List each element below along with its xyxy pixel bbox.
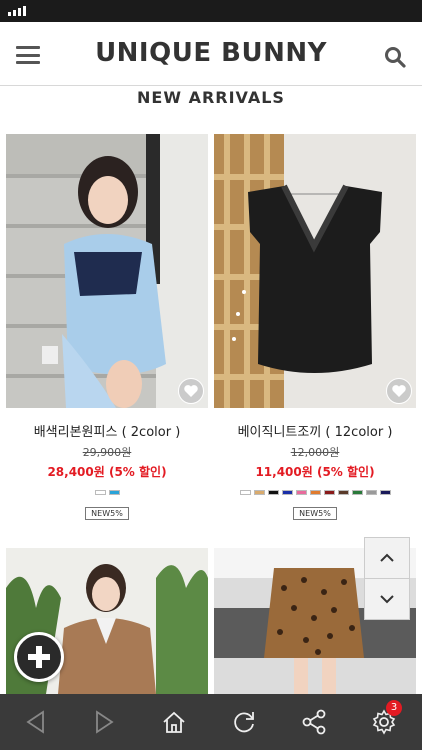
color-swatch <box>323 490 335 495</box>
new-discount-badge: NEW5% <box>293 507 337 520</box>
search-icon[interactable] <box>384 46 406 68</box>
chevron-up-icon <box>380 553 394 562</box>
scroll-up-button[interactable] <box>364 537 410 579</box>
product-image[interactable] <box>6 134 208 408</box>
share-icon[interactable] <box>300 708 328 736</box>
back-arrow-icon[interactable] <box>22 708 50 736</box>
color-swatch <box>295 490 307 495</box>
color-swatch <box>379 490 391 495</box>
product-image[interactable] <box>214 134 416 408</box>
forward-arrow-icon[interactable] <box>90 708 118 736</box>
refresh-icon[interactable] <box>230 708 258 736</box>
color-swatch <box>365 490 377 495</box>
floating-add-button[interactable] <box>14 632 64 682</box>
color-swatch <box>253 490 265 495</box>
color-swatch <box>267 490 279 495</box>
bottom-navigation-bar <box>0 694 422 750</box>
wishlist-heart-icon[interactable] <box>178 378 204 404</box>
color-swatch <box>337 490 349 495</box>
sale-price: 28,400원 (5% 할인) <box>47 465 167 479</box>
brand-title[interactable]: UNIQUE BUNNY <box>0 38 422 68</box>
color-swatch <box>281 490 293 495</box>
original-price: 29,900원 <box>82 446 132 459</box>
color-swatch <box>108 490 120 495</box>
home-icon[interactable] <box>160 708 188 736</box>
new-discount-badge: NEW5% <box>85 507 129 520</box>
color-swatch <box>94 490 106 495</box>
color-swatches <box>6 490 208 495</box>
product-card[interactable]: 베이직니트조끼 ( 12color ) 12,000원 11,400원 (5% … <box>214 134 416 520</box>
color-swatch <box>351 490 363 495</box>
color-swatch <box>309 490 321 495</box>
wishlist-heart-icon[interactable] <box>386 378 412 404</box>
chevron-down-icon <box>380 595 394 604</box>
section-title: NEW ARRIVALS <box>137 88 285 107</box>
product-name[interactable]: 배색리본원피스 ( 2color ) <box>6 421 208 440</box>
scroll-down-button[interactable] <box>364 578 410 620</box>
plus-icon <box>28 646 50 668</box>
signal-icon <box>8 6 26 16</box>
color-swatches <box>214 490 416 495</box>
app-header: UNIQUE BUNNY <box>0 22 422 86</box>
color-swatch <box>239 490 251 495</box>
original-price: 12,000원 <box>290 446 340 459</box>
sale-price: 11,400원 (5% 할인) <box>255 465 375 479</box>
status-bar <box>0 0 422 22</box>
product-name[interactable]: 베이직니트조끼 ( 12color ) <box>214 421 416 440</box>
product-card[interactable]: 배색리본원피스 ( 2color ) 29,900원 28,400원 (5% 할… <box>6 134 208 520</box>
notification-badge: 3 <box>386 700 402 716</box>
